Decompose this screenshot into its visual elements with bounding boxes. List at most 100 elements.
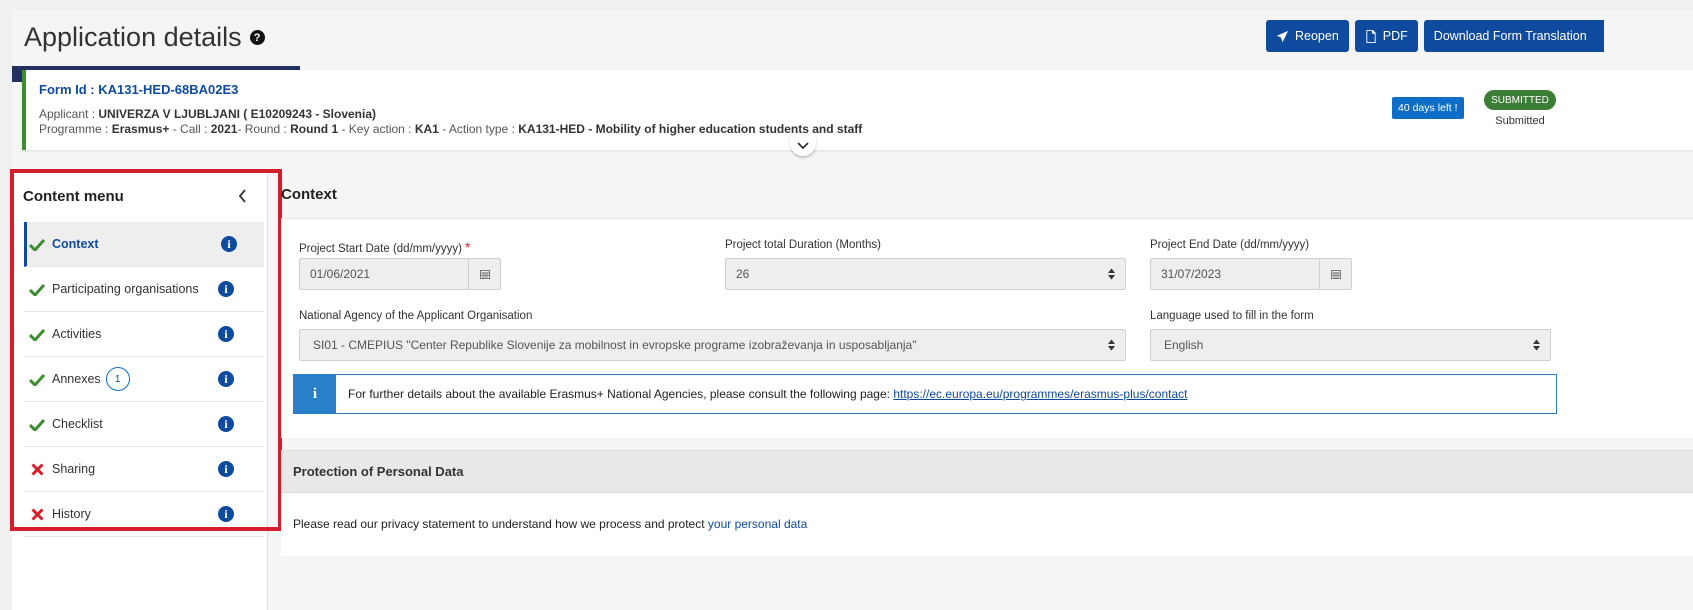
sort-icon <box>1533 339 1540 351</box>
programme-prefix: Programme : <box>39 122 112 136</box>
start-date-label: Project Start Date (dd/mm/yyyy) * <box>299 239 470 255</box>
action-type-prefix: - Action type : <box>438 122 519 136</box>
pdf-label: PDF <box>1382 29 1408 43</box>
main-content: Context Project Start Date (dd/mm/yyyy) *… <box>281 170 1693 610</box>
sidebar-item-context[interactable]: Context i <box>24 222 264 267</box>
duration-select[interactable]: 26 <box>725 258 1126 290</box>
end-date-calendar-button[interactable] <box>1319 258 1352 290</box>
status-badge: SUBMITTED <box>1484 90 1556 110</box>
key-action-value: KA1 <box>414 122 439 136</box>
start-date-calendar-button[interactable] <box>468 258 501 290</box>
agency-value: SI01 - CMEPIUS "Center Republike Sloveni… <box>313 338 917 352</box>
header-actions: Reopen PDF Download Form Translation <box>1266 20 1604 52</box>
required-marker: * <box>464 239 471 255</box>
page-title: Application details ? <box>24 22 265 53</box>
action-type-value: KA131-HED - Mobility of higher education… <box>518 122 863 136</box>
cross-icon <box>28 507 46 521</box>
context-panel: Project Start Date (dd/mm/yyyy) * 01/06/2… <box>281 218 1693 438</box>
form-id: Form Id : KA131-HED-68BA02E3 <box>39 82 239 97</box>
content-menu-sidebar: Content menu Context i Participating org… <box>12 170 268 610</box>
info-icon[interactable]: i <box>221 236 237 252</box>
check-icon <box>28 373 46 386</box>
sidebar-item-label: Context <box>52 237 99 251</box>
round-prefix: - Round : <box>237 122 291 136</box>
end-date-input[interactable]: 31/07/2023 <box>1150 258 1320 290</box>
sidebar-item-activities[interactable]: Activities i <box>24 312 264 357</box>
form-summary-card: Form Id : KA131-HED-68BA02E3 Applicant :… <box>22 70 1693 156</box>
calendar-icon <box>479 270 490 279</box>
pdf-button[interactable]: PDF <box>1354 20 1418 52</box>
sidebar-item-label: Participating organisations <box>52 282 199 296</box>
collapse-sidebar-icon[interactable] <box>238 188 250 204</box>
start-date-input[interactable]: 01/06/2021 <box>299 258 469 290</box>
sidebar-item-label: Checklist <box>52 417 103 431</box>
info-icon[interactable]: i <box>218 371 234 387</box>
programme-line: Programme : Erasmus+ - Call : 2021- Roun… <box>39 122 862 136</box>
sidebar-item-annexes[interactable]: Annexes 1 i <box>24 357 264 402</box>
info-text: For further details about the available … <box>348 387 1187 401</box>
download-label: Download Form Translation <box>1433 29 1587 43</box>
privacy-message: Please read our privacy statement to und… <box>293 517 708 531</box>
info-icon: i <box>294 375 336 413</box>
round-value: Round 1 <box>290 122 339 136</box>
personal-data-title: Protection of Personal Data <box>293 464 464 479</box>
sidebar-item-label: Sharing <box>52 462 96 476</box>
info-icon[interactable]: i <box>218 416 234 432</box>
check-icon <box>28 328 46 341</box>
sidebar-item-history[interactable]: History i <box>24 492 264 537</box>
check-icon <box>28 238 46 251</box>
agency-label: National Agency of the Applicant Organis… <box>299 310 533 322</box>
programme-value: Erasmus+ <box>111 122 170 136</box>
sidebar-title: Content menu <box>23 188 124 205</box>
agency-select[interactable]: SI01 - CMEPIUS "Center Republike Sloveni… <box>299 329 1126 361</box>
sidebar-item-sharing[interactable]: Sharing i <box>24 447 264 492</box>
start-date-label-text: Project Start Date (dd/mm/yyyy) <box>299 243 462 255</box>
check-icon <box>28 418 46 431</box>
file-pdf-icon <box>1366 29 1376 43</box>
info-icon[interactable]: i <box>218 281 234 297</box>
check-icon <box>28 283 46 296</box>
sidebar-item-checklist[interactable]: Checklist i <box>24 402 264 447</box>
info-icon[interactable]: i <box>218 506 234 522</box>
personal-data-body: Please read our privacy statement to und… <box>281 493 1693 556</box>
chevron-down-icon <box>797 142 809 150</box>
national-agency-info-box: i For further details about the availabl… <box>293 374 1557 414</box>
sort-icon <box>1108 268 1115 280</box>
info-icon[interactable]: i <box>218 461 234 477</box>
info-message: For further details about the available … <box>348 387 894 401</box>
calendar-icon <box>1330 270 1341 279</box>
applicant-name: UNIVERZA V LJUBLJANI ( E10209243 - Slove… <box>98 107 377 121</box>
cross-icon <box>28 462 46 476</box>
download-translation-button[interactable]: Download Form Translation <box>1423 20 1604 52</box>
sort-icon <box>1108 339 1115 351</box>
section-title: Context <box>281 186 337 203</box>
language-label: Language used to fill in the form <box>1150 310 1314 322</box>
annex-count-badge: 1 <box>105 367 130 391</box>
personal-data-link[interactable]: your personal data <box>708 517 807 531</box>
key-action-prefix: - Key action : <box>338 122 415 136</box>
personal-data-header: Protection of Personal Data <box>281 450 1693 493</box>
page-header: Application details ? Reopen PDF Downloa… <box>12 10 1693 70</box>
sidebar-item-participating-organisations[interactable]: Participating organisations i <box>24 267 264 312</box>
national-agencies-link[interactable]: https://ec.europa.eu/programmes/erasmus-… <box>893 387 1187 401</box>
reopen-button[interactable]: Reopen <box>1266 20 1349 52</box>
send-icon <box>1276 30 1289 42</box>
language-select[interactable]: English <box>1150 329 1551 361</box>
sidebar-item-label: History <box>52 507 91 521</box>
days-left-badge: 40 days left ! <box>1392 97 1464 119</box>
content-menu: Context i Participating organisations i … <box>24 222 264 537</box>
language-value: English <box>1164 338 1204 352</box>
info-icon[interactable]: i <box>218 326 234 342</box>
status-text: Submitted <box>1495 115 1545 127</box>
reopen-label: Reopen <box>1295 29 1339 43</box>
duration-value: 26 <box>736 267 750 281</box>
end-date-label: Project End Date (dd/mm/yyyy) <box>1150 239 1310 251</box>
applicant-line: Applicant : UNIVERZA V LJUBLJANI ( E1020… <box>39 107 376 121</box>
help-icon[interactable]: ? <box>249 30 265 45</box>
applicant-prefix: Applicant : <box>39 107 99 121</box>
sidebar-item-label: Activities <box>52 327 102 341</box>
call-value: 2021 <box>210 122 238 136</box>
call-prefix: - Call : <box>169 122 211 136</box>
page-title-text: Application details <box>24 22 242 52</box>
duration-label: Project total Duration (Months) <box>725 239 881 251</box>
